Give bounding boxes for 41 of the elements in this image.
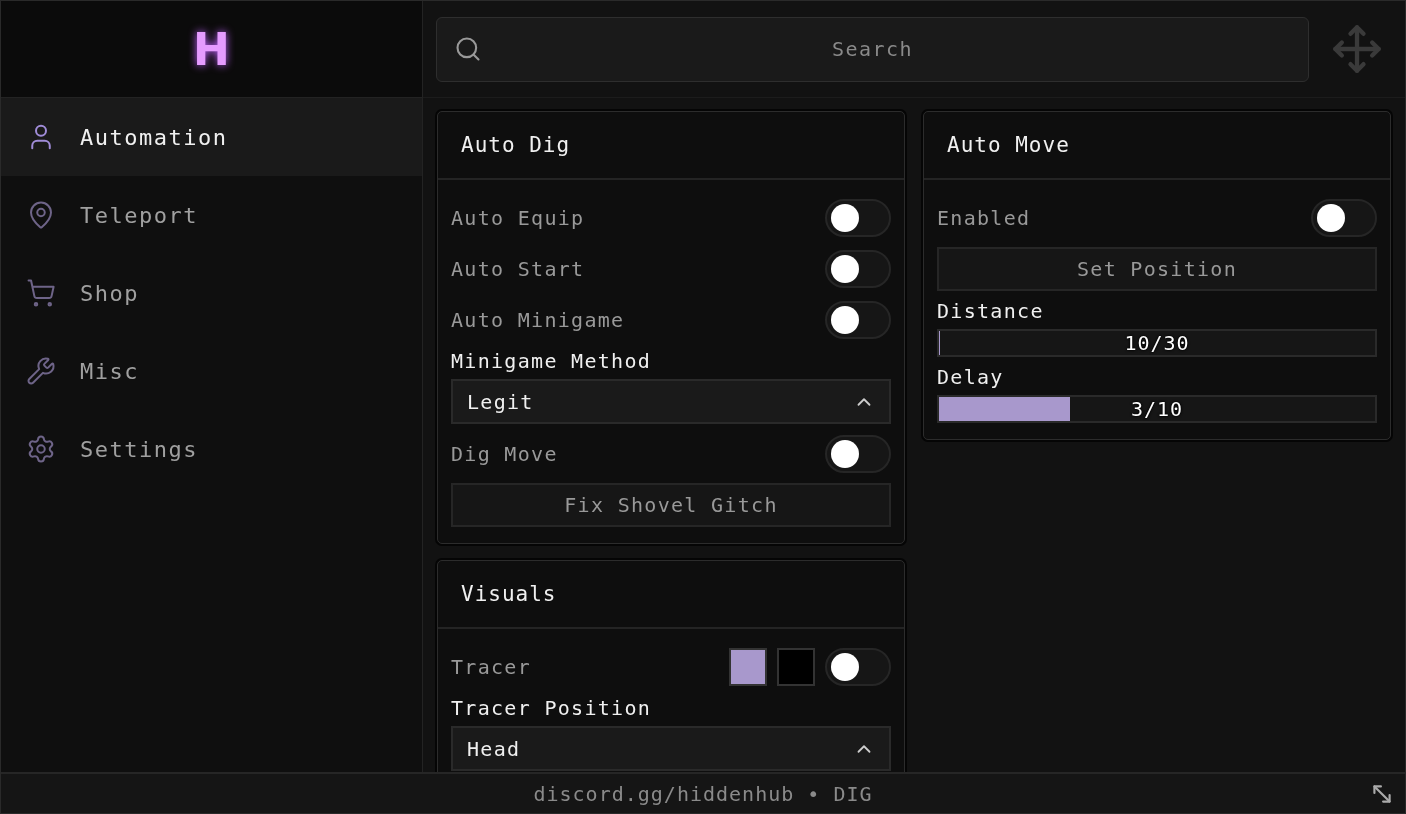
slider-track[interactable]: 10/30 bbox=[937, 329, 1377, 357]
dropdown[interactable]: Legit bbox=[451, 379, 891, 424]
search-field[interactable]: Search bbox=[436, 16, 1309, 82]
wrench-icon bbox=[26, 356, 56, 386]
toggle-switch[interactable] bbox=[825, 300, 891, 339]
color-swatch[interactable] bbox=[777, 647, 815, 686]
toggle-switch[interactable] bbox=[1311, 198, 1377, 237]
slider-label: Distance bbox=[937, 298, 1045, 325]
card-title: Auto Dig bbox=[461, 133, 571, 157]
toggle-label: Auto Start bbox=[451, 256, 586, 281]
slider-value: 10/30 bbox=[1124, 331, 1190, 355]
settings-icon bbox=[26, 434, 56, 464]
color-swatch[interactable] bbox=[729, 647, 767, 686]
dropdown-label: Minigame Method bbox=[451, 348, 653, 375]
sidebar-item[interactable]: Automation bbox=[1, 98, 422, 176]
sidebar-item[interactable]: Misc bbox=[1, 332, 422, 410]
toggle-switch[interactable] bbox=[825, 647, 891, 686]
sidebar-item[interactable]: Teleport bbox=[1, 176, 422, 254]
action-button[interactable]: Fix Shovel Gitch bbox=[451, 483, 891, 527]
toggle-label: Auto Equip bbox=[451, 205, 586, 230]
slider-track[interactable]: 3/10 bbox=[937, 395, 1377, 423]
slider-value: 3/10 bbox=[1130, 397, 1184, 421]
slider-label: Delay bbox=[937, 364, 1005, 391]
dropdown[interactable]: Head bbox=[451, 726, 891, 771]
toggle-label: Tracer bbox=[451, 654, 533, 679]
sidebar-item[interactable]: Shop bbox=[1, 254, 422, 332]
toggle-label: Dig Move bbox=[451, 441, 559, 466]
logo: H bbox=[193, 23, 230, 75]
toggle-switch[interactable] bbox=[825, 198, 891, 237]
cart-icon bbox=[26, 278, 56, 308]
search-icon bbox=[454, 34, 482, 63]
sidebar-item[interactable]: Settings bbox=[1, 410, 422, 488]
card-title: Auto Move bbox=[947, 133, 1070, 157]
toggle-switch[interactable] bbox=[825, 434, 891, 473]
toggle-switch[interactable] bbox=[825, 249, 891, 288]
toggle-label: Enabled bbox=[937, 205, 1032, 230]
action-button[interactable]: Set Position bbox=[937, 247, 1377, 291]
card-title: Visuals bbox=[461, 582, 557, 606]
footer-text: discord.gg/hiddenhub • DIG bbox=[533, 781, 873, 806]
toggle-label: Auto Minigame bbox=[451, 307, 626, 332]
dropdown-label: Tracer Position bbox=[451, 695, 653, 722]
